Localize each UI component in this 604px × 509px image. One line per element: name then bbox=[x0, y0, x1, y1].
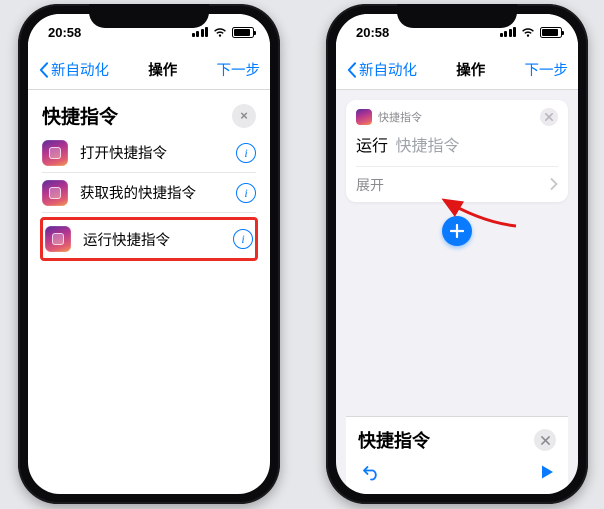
phone-frame-right: 20:58 新自动化 操作 下一步 快捷指令 bbox=[326, 4, 588, 504]
battery-icon bbox=[232, 27, 254, 38]
shortcuts-app-icon bbox=[42, 180, 68, 206]
nav-title: 操作 bbox=[456, 59, 485, 80]
screen-left: 20:58 新自动化 操作 下一步 快捷指令 × bbox=[28, 14, 270, 494]
run-label: 运行 bbox=[356, 138, 388, 155]
shortcut-placeholder[interactable]: 快捷指令 bbox=[395, 138, 459, 155]
phone-frame-left: 20:58 新自动化 操作 下一步 快捷指令 × bbox=[18, 4, 280, 504]
section-title: 快捷指令 bbox=[42, 102, 118, 129]
info-icon[interactable]: i bbox=[236, 143, 256, 163]
nav-title: 操作 bbox=[148, 59, 177, 80]
battery-icon bbox=[540, 27, 562, 38]
list-item[interactable]: 打开快捷指令 i bbox=[42, 133, 256, 173]
list-item[interactable]: 运行快捷指令 i bbox=[45, 220, 253, 258]
action-card[interactable]: 快捷指令 运行 快捷指令 展开 bbox=[346, 100, 568, 202]
list-item[interactable]: 获取我的快捷指令 i bbox=[42, 173, 256, 213]
close-icon bbox=[541, 436, 550, 445]
plus-icon bbox=[450, 224, 464, 238]
run-button[interactable] bbox=[540, 464, 554, 485]
back-label: 新自动化 bbox=[51, 59, 109, 80]
close-icon: × bbox=[240, 108, 248, 123]
back-button[interactable]: 新自动化 bbox=[38, 59, 109, 80]
screen-right: 20:58 新自动化 操作 下一步 快捷指令 bbox=[336, 14, 578, 494]
close-icon bbox=[545, 113, 553, 121]
expand-row[interactable]: 展开 bbox=[356, 166, 558, 202]
shortcuts-app-icon bbox=[356, 109, 372, 125]
next-button[interactable]: 下一步 bbox=[217, 59, 261, 80]
next-button[interactable]: 下一步 bbox=[525, 59, 569, 80]
add-action-button[interactable] bbox=[442, 216, 472, 246]
panel-title: 快捷指令 bbox=[358, 427, 430, 453]
chevron-left-icon bbox=[38, 62, 49, 78]
chevron-right-icon bbox=[550, 177, 558, 193]
undo-button[interactable] bbox=[360, 463, 380, 486]
actions-list: 快捷指令 × 打开快捷指令 i 获取我的快捷指令 i bbox=[28, 90, 270, 261]
nav-bar: 新自动化 操作 下一步 bbox=[336, 50, 578, 90]
remove-action-button[interactable] bbox=[540, 108, 558, 126]
info-icon[interactable]: i bbox=[233, 229, 253, 249]
cellular-icon bbox=[500, 27, 517, 37]
list-item-label: 打开快捷指令 bbox=[80, 142, 224, 163]
shortcuts-app-icon bbox=[42, 140, 68, 166]
editor-canvas: 快捷指令 运行 快捷指令 展开 bbox=[336, 90, 578, 494]
status-time: 20:58 bbox=[356, 25, 389, 40]
back-label: 新自动化 bbox=[359, 59, 417, 80]
actions-panel: 快捷指令 bbox=[346, 416, 568, 494]
shortcuts-app-icon bbox=[45, 226, 71, 252]
action-card-body[interactable]: 运行 快捷指令 bbox=[356, 130, 558, 166]
wifi-icon bbox=[521, 27, 535, 38]
notch bbox=[397, 4, 517, 28]
panel-close-button[interactable] bbox=[534, 429, 556, 451]
list-item-label: 运行快捷指令 bbox=[83, 229, 221, 250]
cellular-icon bbox=[192, 27, 209, 37]
expand-label: 展开 bbox=[356, 175, 384, 195]
chevron-left-icon bbox=[346, 62, 357, 78]
play-icon bbox=[540, 464, 554, 480]
nav-bar: 新自动化 操作 下一步 bbox=[28, 50, 270, 90]
highlight-box: 运行快捷指令 i bbox=[40, 217, 258, 261]
info-icon[interactable]: i bbox=[236, 183, 256, 203]
notch bbox=[89, 4, 209, 28]
undo-icon bbox=[360, 463, 380, 481]
status-time: 20:58 bbox=[48, 25, 81, 40]
list-item-label: 获取我的快捷指令 bbox=[80, 182, 224, 203]
back-button[interactable]: 新自动化 bbox=[346, 59, 417, 80]
clear-section-button[interactable]: × bbox=[232, 104, 256, 128]
action-card-app-label: 快捷指令 bbox=[378, 109, 422, 125]
wifi-icon bbox=[213, 27, 227, 38]
